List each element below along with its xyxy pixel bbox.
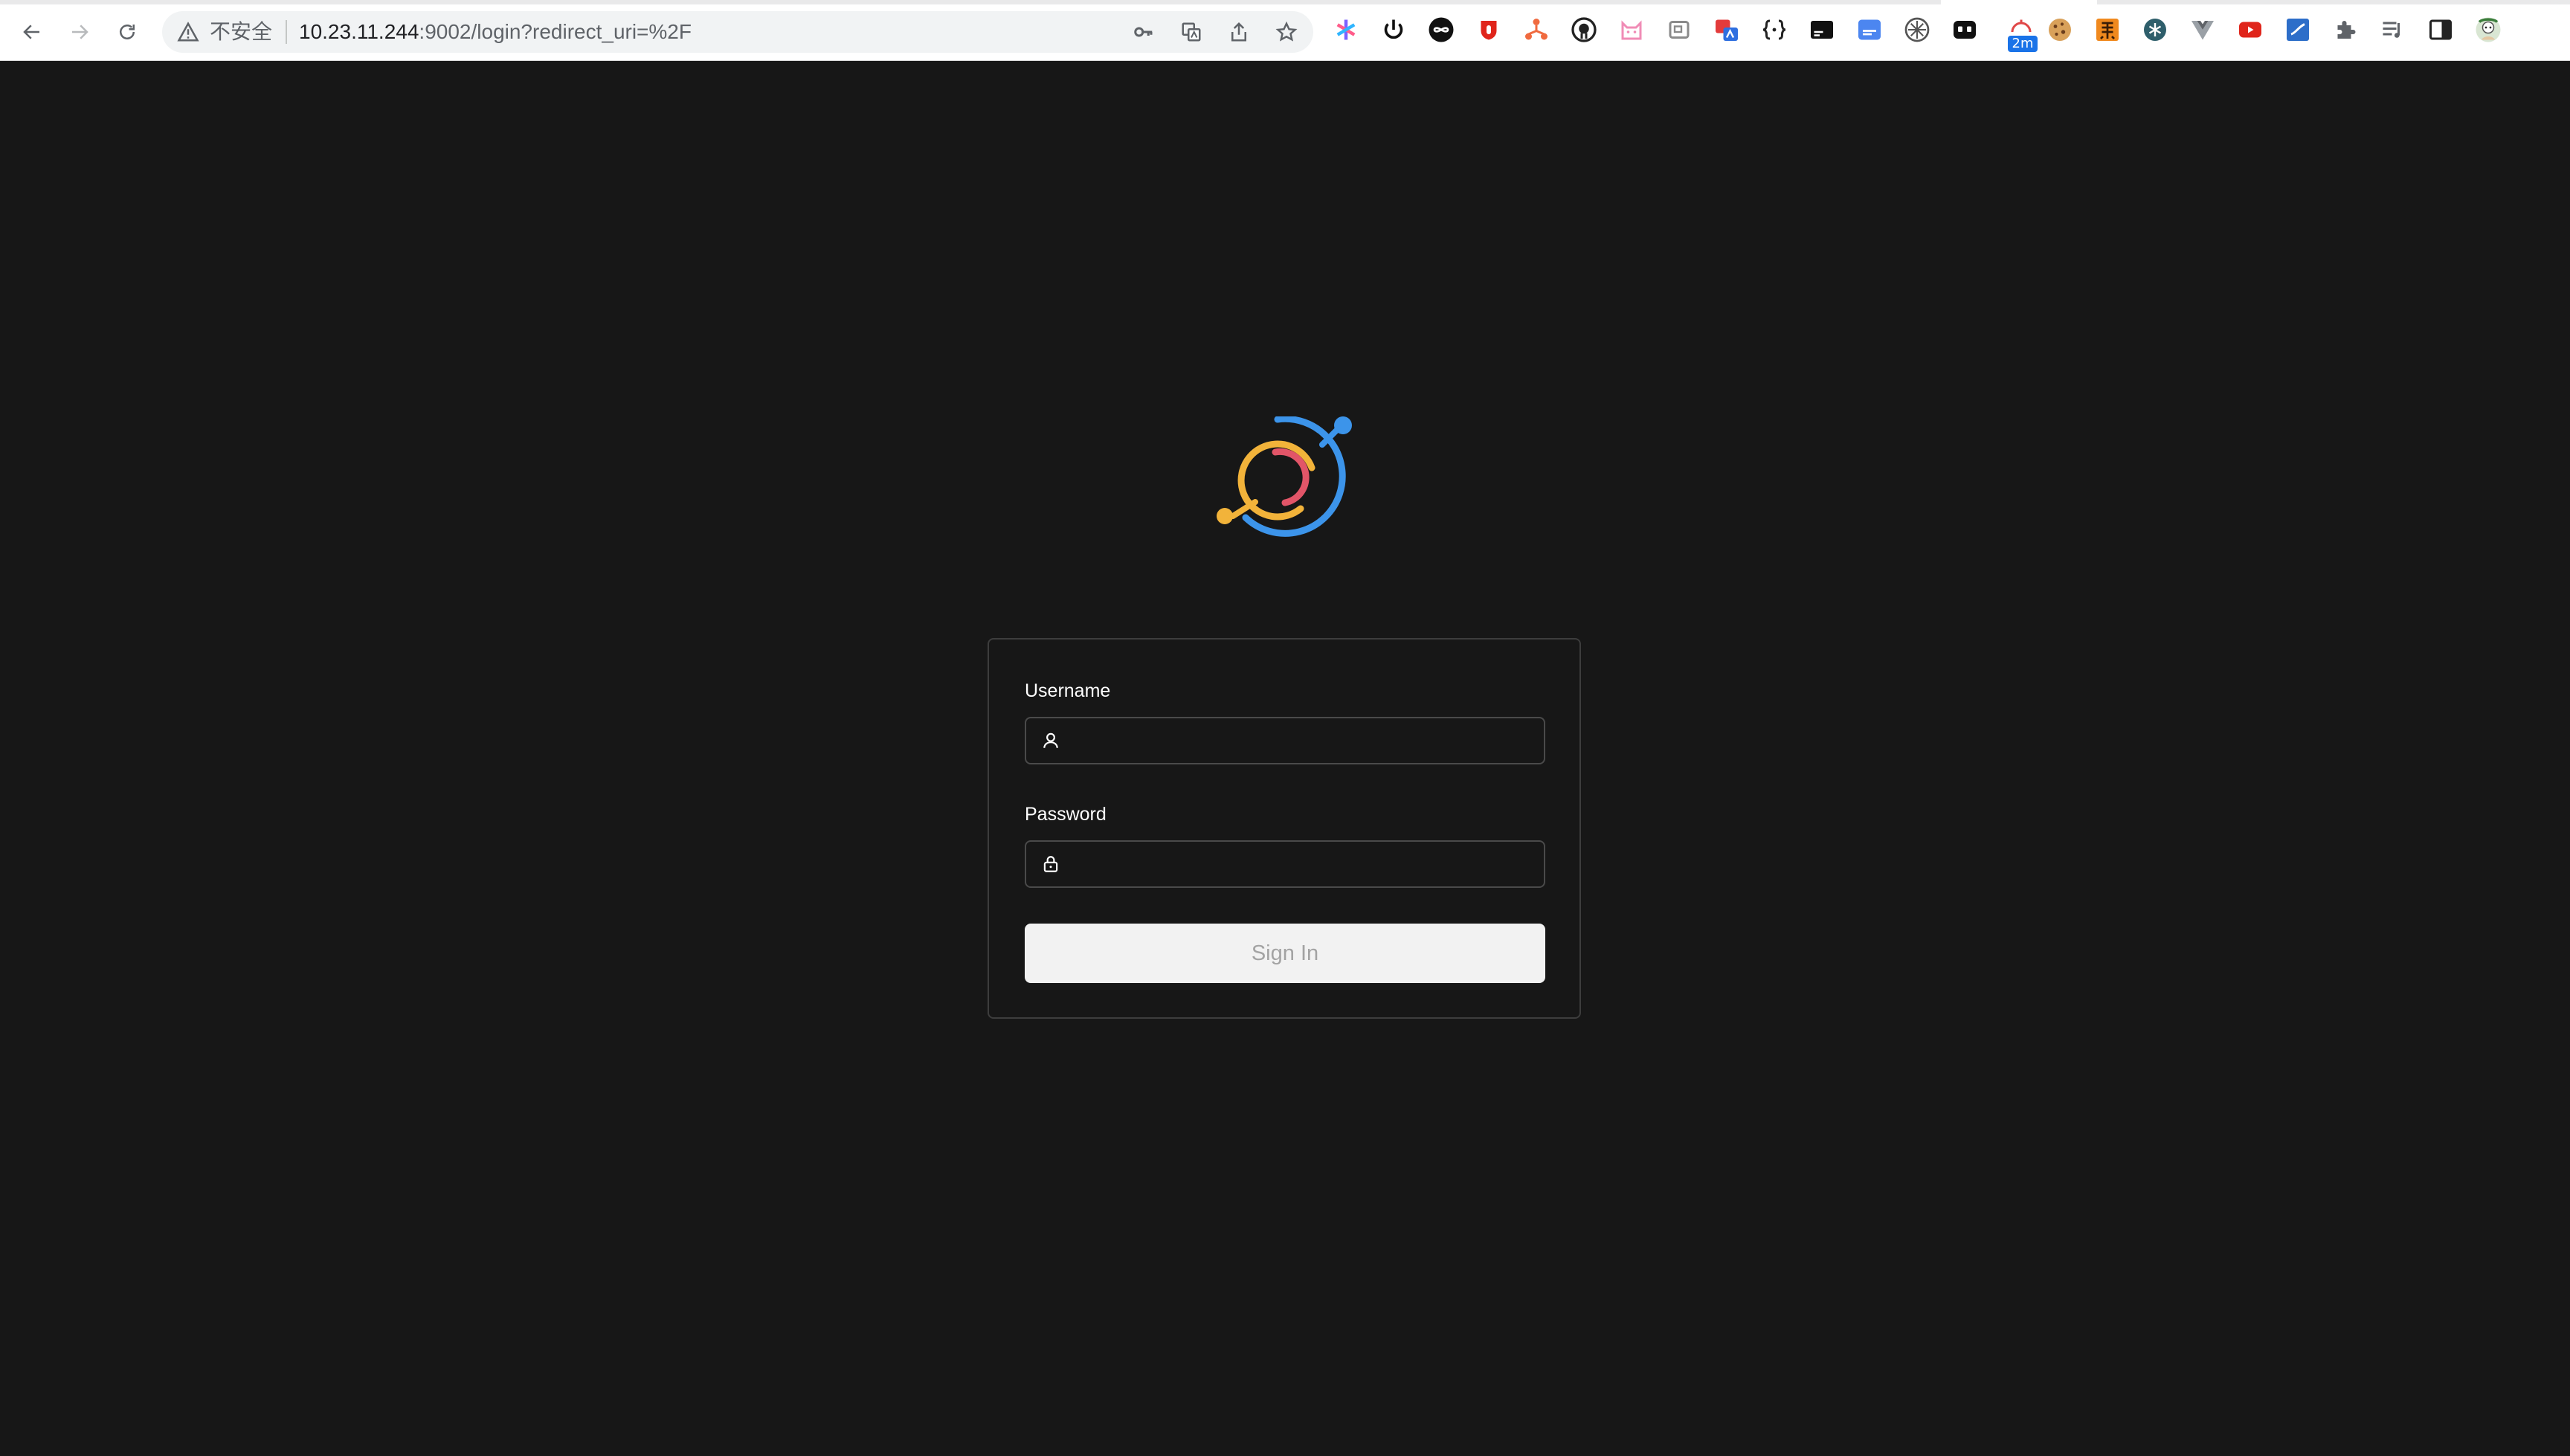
extension-subtitle-button[interactable] (1855, 15, 1884, 45)
extension-ai-button[interactable] (1331, 15, 1361, 45)
extension-robot-button[interactable] (1950, 15, 1980, 45)
cat-icon (1621, 20, 1642, 40)
username-label: Username (1025, 680, 1111, 701)
translate-button[interactable] (1178, 19, 1205, 45)
forward-arrow-icon (72, 25, 88, 39)
extension-timer-badge: 2m (2008, 36, 2038, 52)
media-controls-button[interactable] (2378, 15, 2408, 45)
translate-badge-icon (1716, 19, 1738, 41)
playlist-icon (2383, 22, 2400, 38)
share-icon (1231, 22, 1246, 42)
extensions-menu-button[interactable] (2331, 15, 2360, 45)
extension-terminal-button[interactable] (1807, 15, 1837, 45)
url-path: :9002/login?redirect_uri=%2F (419, 20, 692, 43)
omnibox-divider (286, 20, 287, 44)
extension-power-button[interactable] (1379, 15, 1408, 45)
extension-video-button[interactable] (2235, 15, 2265, 45)
vue-icon (2191, 21, 2214, 40)
translate-icon (1182, 22, 1201, 42)
extension-infinity-button[interactable] (1426, 15, 1456, 45)
back-arrow-icon (23, 25, 39, 39)
extension-json-button[interactable] (1759, 15, 1789, 45)
extension-translate-button[interactable] (1712, 15, 1742, 45)
reload-icon (120, 25, 135, 39)
cookie-icon (2049, 19, 2071, 41)
side-panel-icon (2429, 19, 2452, 40)
bookmark-star-icon (1275, 21, 1298, 42)
github-icon (1571, 17, 1597, 42)
power-icon (1384, 19, 1403, 39)
extension-github-button[interactable] (1569, 15, 1599, 45)
captions-icon (1858, 19, 1881, 40)
snowflake-icon (2144, 19, 2166, 41)
share-button[interactable] (1226, 19, 1252, 45)
login-card: Username Password Sign In (988, 638, 1581, 1019)
infinity-icon (1429, 17, 1454, 42)
screenshot-icon (1669, 21, 1690, 39)
side-panel-button[interactable] (2426, 15, 2455, 45)
browser-toolbar: 不安全 10.23.11.244:9002/login?redirect_uri… (0, 0, 2570, 61)
terminal-icon (1811, 21, 1833, 39)
sketch-icon (2287, 19, 2309, 41)
extension-screenshot-button[interactable] (1664, 15, 1694, 45)
extension-sketch-button[interactable] (2283, 15, 2313, 45)
key-icon (1134, 27, 1153, 37)
extension-vue-button[interactable] (2188, 15, 2218, 45)
reload-button[interactable] (110, 15, 144, 49)
character-badge-icon (2096, 19, 2119, 41)
password-field[interactable] (1025, 840, 1545, 888)
tabstrip-edge (0, 0, 1941, 4)
extension-flower-button[interactable] (1902, 15, 1932, 45)
password-key-button[interactable] (1130, 19, 1157, 45)
video-icon (2239, 22, 2261, 38)
warning-icon (177, 22, 199, 42)
app-logo-icon (1217, 416, 1352, 537)
avatar (2476, 17, 2501, 42)
security-status-label[interactable]: 不安全 (210, 19, 272, 45)
flower-icon (1904, 17, 1930, 42)
lock-icon (1043, 856, 1058, 872)
asterisk-icon (1336, 19, 1356, 40)
password-input[interactable] (1074, 848, 1538, 882)
red-shield-icon (1481, 21, 1497, 40)
extension-shield-button[interactable] (1474, 15, 1504, 45)
robot-icon (1954, 21, 1976, 39)
login-page: Username Password Sign In (0, 61, 2570, 1456)
sign-in-button[interactable]: Sign In (1025, 924, 1545, 983)
extension-character-button[interactable] (2093, 15, 2122, 45)
url-host: 10.23.11.244 (299, 20, 419, 43)
forward-button[interactable] (62, 15, 97, 49)
url-text[interactable]: 10.23.11.244:9002/login?redirect_uri=%2F (299, 19, 692, 45)
extension-cat-button[interactable] (1617, 15, 1646, 45)
extension-settings-button[interactable] (2140, 15, 2170, 45)
extension-cookie-button[interactable] (2045, 15, 2075, 45)
bookmark-button[interactable] (1273, 19, 1300, 45)
network-icon (1525, 19, 1548, 40)
profile-button[interactable] (2473, 15, 2503, 45)
curly-braces-icon (1762, 19, 1786, 40)
back-button[interactable] (15, 15, 49, 49)
tabstrip-edge-right (2097, 0, 2570, 4)
password-label: Password (1025, 804, 1107, 825)
username-input[interactable] (1074, 724, 1538, 758)
puzzle-icon (2337, 21, 2356, 39)
address-bar[interactable]: 不安全 10.23.11.244:9002/login?redirect_uri… (162, 11, 1313, 53)
username-field[interactable] (1025, 717, 1545, 764)
user-icon (1043, 732, 1058, 748)
extension-tree-button[interactable] (1521, 15, 1551, 45)
